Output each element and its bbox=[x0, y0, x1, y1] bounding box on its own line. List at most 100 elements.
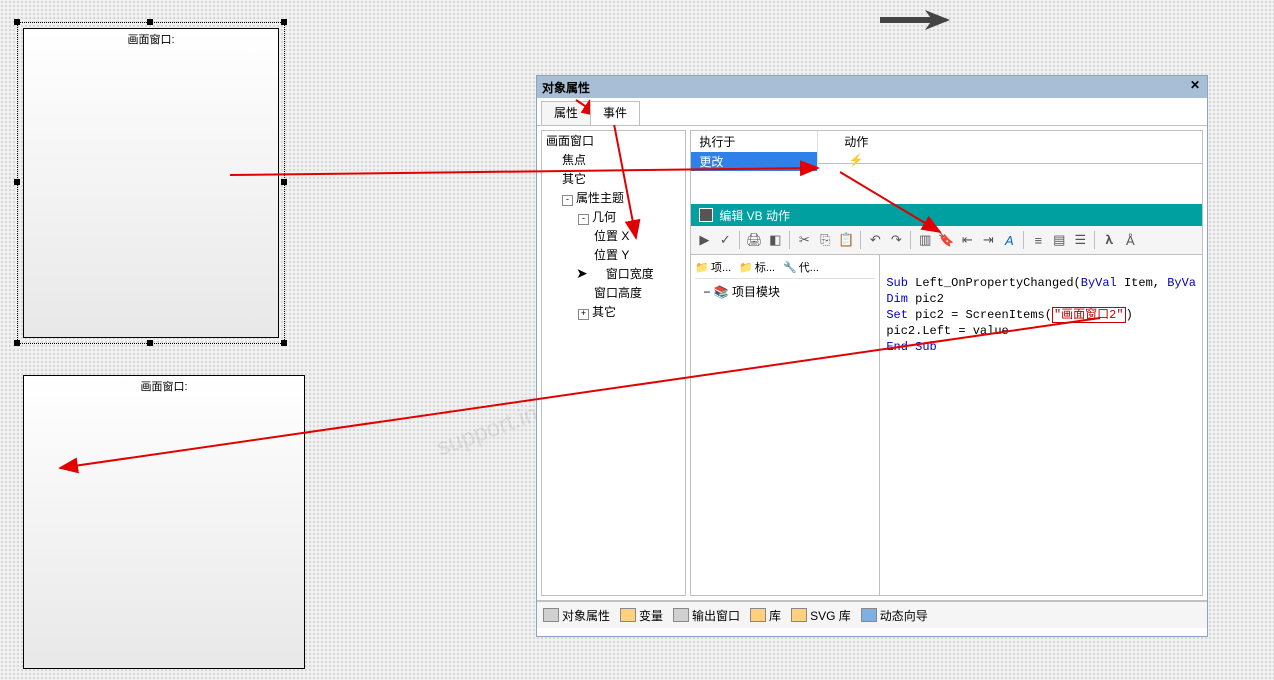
picture-window-1[interactable]: 画面窗口: bbox=[23, 28, 279, 338]
tree-toggle[interactable]: - bbox=[578, 214, 589, 225]
status-dynamic-wizard[interactable]: 动态向导 bbox=[861, 607, 928, 624]
redo-icon[interactable]: ↷ bbox=[887, 231, 905, 249]
vb-project-browser[interactable]: 📁项... 📁标... 🔧代... − 📚 项目模块 bbox=[691, 255, 880, 595]
close-button[interactable]: ✕ bbox=[1187, 78, 1203, 94]
toolbar-separator bbox=[910, 231, 911, 249]
tree-item-window-width[interactable]: ➤窗口宽度 bbox=[542, 264, 685, 283]
property-tree[interactable]: 画面窗口 焦点 其它 -属性主题 -几何 位置 X 位置 Y ➤窗口宽度 窗口高… bbox=[541, 130, 686, 596]
vb-project-tree[interactable]: − 📚 项目模块 bbox=[695, 283, 875, 300]
vb-editor: 编辑 VB 动作 ▶ ✓ 🖨 ◧ ✂ ⎘ 📋 ↶ ↷ ▥ bbox=[691, 204, 1202, 595]
panel-title-bar[interactable]: 对象属性 ✕ bbox=[537, 76, 1207, 98]
toolbar-separator bbox=[1023, 231, 1024, 249]
tab-properties[interactable]: 属性 bbox=[541, 101, 591, 125]
font-size-icon[interactable]: A bbox=[1000, 231, 1018, 249]
vb-left-tab[interactable]: 📁项... bbox=[695, 259, 731, 275]
code-keyword: End Sub bbox=[886, 340, 936, 354]
project-modules-node[interactable]: 项目模块 bbox=[732, 285, 780, 299]
status-object-properties[interactable]: 对象属性 bbox=[543, 607, 610, 624]
status-library[interactable]: 库 bbox=[750, 607, 781, 624]
vb-editor-title: 编辑 VB 动作 bbox=[719, 207, 790, 224]
toolbar-button[interactable]: ⇤ bbox=[958, 231, 976, 249]
wizard-icon bbox=[861, 608, 877, 622]
selection-handle[interactable] bbox=[147, 340, 153, 346]
toolbar-button[interactable]: ▥ bbox=[916, 231, 934, 249]
panel-icon bbox=[673, 608, 689, 622]
panel-title: 对象属性 bbox=[542, 79, 590, 96]
panel-icon bbox=[543, 608, 559, 622]
status-bar: 对象属性 变量 输出窗口 库 SVG 库 动态向导 bbox=[537, 601, 1207, 628]
tree-item-property-subject[interactable]: -属性主题 bbox=[542, 188, 685, 207]
status-output-window[interactable]: 输出窗口 bbox=[673, 607, 740, 624]
cursor-pointer-icon: ➤ bbox=[576, 265, 588, 281]
selection-handle[interactable] bbox=[14, 179, 20, 185]
print-icon[interactable]: 🖨 bbox=[745, 231, 763, 249]
tree-root[interactable]: 画面窗口 bbox=[542, 131, 685, 150]
toolbar-button[interactable]: ▤ bbox=[1050, 231, 1068, 249]
vb-toolbar: ▶ ✓ 🖨 ◧ ✂ ⎘ 📋 ↶ ↷ ▥ 🔖 ⇤ ⇥ bbox=[691, 226, 1202, 255]
status-variables[interactable]: 变量 bbox=[620, 607, 663, 624]
event-table: 执行于 动作 更改 ⚡ bbox=[691, 131, 1202, 164]
code-text: ) bbox=[1126, 308, 1133, 322]
compass-icon[interactable]: Å bbox=[1121, 231, 1139, 249]
selection-handle[interactable] bbox=[281, 19, 287, 25]
tree-item-other[interactable]: +其它 bbox=[542, 302, 685, 321]
folder-icon bbox=[791, 608, 807, 622]
toolbar-separator bbox=[739, 231, 740, 249]
vb-icon bbox=[699, 208, 713, 222]
tree-toggle[interactable]: - bbox=[562, 195, 573, 206]
tree-item-position-y[interactable]: 位置 Y bbox=[542, 245, 685, 264]
panel-body: 画面窗口 焦点 其它 -属性主题 -几何 位置 X 位置 Y ➤窗口宽度 窗口高… bbox=[537, 126, 1207, 601]
copy-icon[interactable]: ⎘ bbox=[816, 231, 834, 249]
code-keyword: Sub bbox=[886, 276, 908, 290]
folder-icon bbox=[750, 608, 766, 622]
tree-item-geometry[interactable]: -几何 bbox=[542, 207, 685, 226]
tree-item-focus[interactable]: 焦点 bbox=[542, 150, 685, 169]
col-execute-at: 执行于 bbox=[691, 131, 818, 152]
vb-code-editor[interactable]: Sub Left_OnPropertyChanged(ByVal Item, B… bbox=[880, 255, 1202, 595]
toolbar-button[interactable]: ≡ bbox=[1029, 231, 1047, 249]
code-text: Item, bbox=[1117, 276, 1167, 290]
code-text: Left_OnPropertyChanged( bbox=[908, 276, 1081, 290]
paste-icon[interactable]: 📋 bbox=[837, 231, 855, 249]
event-table-header: 执行于 动作 bbox=[691, 131, 1202, 152]
vb-left-tab[interactable]: 🔧代... bbox=[783, 259, 819, 275]
toolbar-button[interactable]: ◧ bbox=[766, 231, 784, 249]
vb-tree-toggle[interactable]: − bbox=[703, 285, 710, 299]
bookmark-icon[interactable]: 🔖 bbox=[937, 231, 955, 249]
code-text: pic2.Left = value bbox=[886, 324, 1008, 338]
toolbar-separator bbox=[789, 231, 790, 249]
tree-item-other[interactable]: 其它 bbox=[542, 169, 685, 188]
selection-handle[interactable] bbox=[147, 19, 153, 25]
toolbar-button[interactable]: ✓ bbox=[716, 231, 734, 249]
picture-window-2[interactable]: 画面窗口: bbox=[23, 375, 305, 669]
vb-body: 📁项... 📁标... 🔧代... − 📚 项目模块 Sub Left_OnPr… bbox=[691, 255, 1202, 595]
status-svg-library[interactable]: SVG 库 bbox=[791, 607, 851, 624]
toolbar-separator bbox=[1094, 231, 1095, 249]
tree-item-position-x[interactable]: 位置 X bbox=[542, 226, 685, 245]
code-string-highlighted: "画面窗口2" bbox=[1052, 307, 1126, 323]
toolbar-button[interactable]: ☰ bbox=[1071, 231, 1089, 249]
picture-window-title: 画面窗口: bbox=[24, 31, 278, 47]
code-text: pic2 = ScreenItems( bbox=[908, 308, 1052, 322]
vb-editor-title-bar[interactable]: 编辑 VB 动作 bbox=[691, 204, 1202, 226]
tree-item-window-height[interactable]: 窗口高度 bbox=[542, 283, 685, 302]
cut-icon[interactable]: ✂ bbox=[795, 231, 813, 249]
selection-handle[interactable] bbox=[14, 19, 20, 25]
toolbar-button[interactable]: ▶ bbox=[695, 231, 713, 249]
code-text: pic2 bbox=[908, 292, 944, 306]
picture-window-title: 画面窗口: bbox=[24, 378, 304, 394]
vb-left-tab[interactable]: 📁标... bbox=[739, 259, 775, 275]
right-area: 执行于 动作 更改 ⚡ 编辑 VB 动作 ▶ ✓ 🖨 bbox=[690, 130, 1203, 596]
toolbar-button[interactable]: 𝛌 bbox=[1100, 231, 1118, 249]
selection-handle[interactable] bbox=[281, 340, 287, 346]
selection-handle[interactable] bbox=[281, 179, 287, 185]
code-keyword: ByVa bbox=[1167, 276, 1196, 290]
selection-handle[interactable] bbox=[14, 340, 20, 346]
tab-strip: 属性 事件 bbox=[537, 98, 1207, 126]
vb-left-tabs: 📁项... 📁标... 🔧代... bbox=[695, 259, 875, 279]
undo-icon[interactable]: ↶ bbox=[866, 231, 884, 249]
toolbar-button[interactable]: ⇥ bbox=[979, 231, 997, 249]
tree-toggle[interactable]: + bbox=[578, 309, 589, 320]
tab-events[interactable]: 事件 bbox=[590, 101, 640, 125]
col-action: 动作 bbox=[818, 131, 894, 152]
